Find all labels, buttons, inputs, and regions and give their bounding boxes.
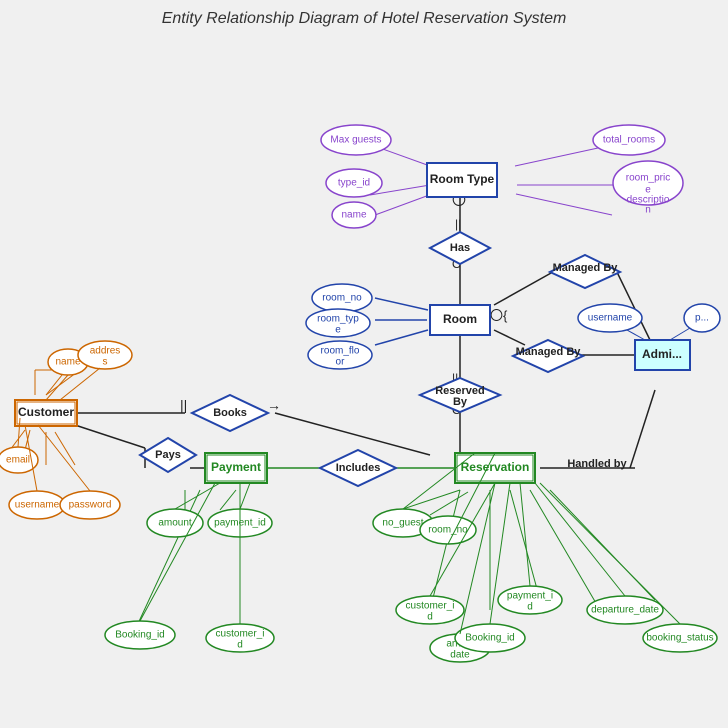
svg-text:→: → <box>267 397 281 413</box>
svg-text:〇{: 〇{ <box>490 308 508 323</box>
svg-text:or: or <box>336 357 346 368</box>
svg-text:no_guest: no_guest <box>382 518 423 529</box>
svg-text:Booking_id: Booking_id <box>465 633 514 644</box>
svg-text:Max guests: Max guests <box>330 135 381 146</box>
svg-text:e: e <box>335 325 341 336</box>
svg-text:Managed By: Managed By <box>516 346 582 358</box>
svg-text:||: || <box>455 217 461 231</box>
svg-text:Admi...: Admi... <box>642 347 682 361</box>
svg-text:Room Type: Room Type <box>430 172 495 186</box>
svg-text:Payment: Payment <box>211 460 261 474</box>
svg-text:amount: amount <box>158 518 192 529</box>
svg-text:By: By <box>453 396 468 408</box>
svg-text:||: || <box>180 397 187 413</box>
svg-text:Customer: Customer <box>18 405 74 419</box>
svg-text:Booking_id: Booking_id <box>115 630 164 641</box>
svg-text:Has: Has <box>450 242 470 254</box>
svg-text:email: email <box>6 455 30 466</box>
svg-text:room_no: room_no <box>428 525 468 536</box>
svg-text:username: username <box>588 313 633 324</box>
svg-text:type_id: type_id <box>338 178 370 189</box>
svg-text:departure_date: departure_date <box>591 605 659 616</box>
svg-text:d: d <box>527 602 533 613</box>
svg-text:Managed By: Managed By <box>553 262 619 274</box>
svg-text:p...: p... <box>695 313 709 324</box>
svg-text:username: username <box>15 500 60 511</box>
svg-text:customer_i: customer_i <box>406 601 455 612</box>
svg-text:Pays: Pays <box>155 449 181 461</box>
svg-text:booking_status: booking_status <box>646 633 713 644</box>
svg-text:name: name <box>341 210 366 221</box>
diagram-container: Entity Relationship Diagram of Hotel Res… <box>0 0 728 728</box>
svg-text:addres: addres <box>90 346 121 357</box>
svg-text:Reservation: Reservation <box>461 460 530 474</box>
svg-text:payment_i: payment_i <box>507 591 553 602</box>
svg-text:room_typ: room_typ <box>317 314 359 325</box>
svg-text:room_no: room_no <box>322 293 362 304</box>
svg-text:n: n <box>645 205 651 216</box>
svg-text:date: date <box>450 650 470 661</box>
svg-text:customer_i: customer_i <box>216 629 265 640</box>
svg-text:d: d <box>427 612 433 623</box>
svg-text:room_pric: room_pric <box>626 173 670 184</box>
svg-text:total_rooms: total_rooms <box>603 135 655 146</box>
svg-text:Books: Books <box>213 407 247 419</box>
svg-text:name: name <box>55 357 80 368</box>
svg-text:room_flo: room_flo <box>321 346 360 357</box>
svg-text:password: password <box>69 500 112 511</box>
svg-text:d: d <box>237 640 243 651</box>
svg-text:Room: Room <box>443 312 477 326</box>
svg-text:Includes: Includes <box>336 462 381 474</box>
svg-text:s: s <box>103 357 108 368</box>
